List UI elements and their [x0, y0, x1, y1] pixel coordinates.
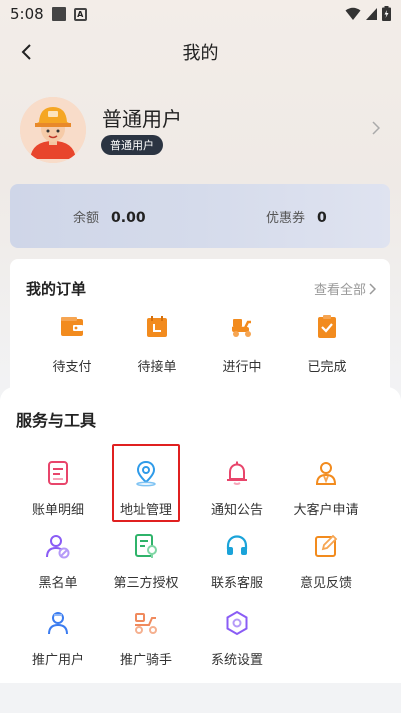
- orders-card: 我的订单 查看全部 待支付 待接单 进行中 已完成: [10, 259, 390, 399]
- view-all-orders-link[interactable]: 查看全部: [314, 279, 376, 298]
- battery-icon: [382, 6, 391, 21]
- bottom-area: [0, 683, 401, 713]
- order-label: 已完成: [307, 360, 347, 375]
- authorize-icon: [135, 534, 157, 558]
- feedback-icon: [315, 534, 338, 557]
- view-all-label: 查看全部: [313, 283, 366, 298]
- service-label: 意见反馈: [299, 576, 352, 591]
- service-notifications[interactable]: 通知公告: [192, 459, 282, 518]
- avatar[interactable]: [20, 97, 86, 163]
- wifi-icon: [345, 7, 361, 20]
- user-level-badge: 普通用户: [101, 135, 163, 155]
- back-button[interactable]: [14, 40, 38, 64]
- service-label: 系统设置: [210, 653, 263, 668]
- promote-rider-icon: [135, 613, 157, 634]
- order-label: 进行中: [222, 360, 262, 375]
- bell-icon: [227, 461, 247, 485]
- service-system-settings[interactable]: 系统设置: [192, 609, 282, 668]
- service-label: 第三方授权: [113, 576, 179, 591]
- settings-icon: [226, 610, 248, 636]
- coupon-label: 优惠券: [266, 211, 306, 226]
- page-title: 我的: [182, 43, 219, 64]
- order-in-progress[interactable]: 进行中: [202, 314, 282, 375]
- service-label: 账单明细: [31, 503, 84, 518]
- service-label: 地址管理: [119, 503, 172, 518]
- service-promote-riders[interactable]: 推广骑手: [101, 609, 191, 668]
- location-icon: [136, 460, 156, 487]
- notification-a-icon: A: [73, 7, 87, 21]
- block-user-icon: [46, 535, 70, 559]
- service-label: 通知公告: [210, 503, 263, 518]
- coupon-item[interactable]: 优惠券 0: [266, 207, 327, 226]
- order-awaiting-accept[interactable]: 待接单: [117, 314, 197, 375]
- promote-user-icon: [48, 612, 68, 635]
- wallet-icon: [61, 317, 83, 336]
- service-label: 推广用户: [31, 653, 84, 668]
- service-label: 黑名单: [38, 576, 78, 591]
- status-time: 5:08: [10, 5, 44, 23]
- service-bill-details[interactable]: 账单明细: [13, 459, 103, 518]
- calendar-icon: [147, 316, 167, 337]
- service-customer-support[interactable]: 联系客服: [192, 532, 282, 591]
- services-title: 服务与工具: [16, 411, 97, 430]
- chevron-right-icon: [372, 121, 380, 135]
- balance-card: 余额 0.00 优惠券 0: [10, 184, 390, 248]
- chevron-right-icon: [369, 282, 376, 295]
- balance-item[interactable]: 余额 0.00: [73, 207, 146, 226]
- service-vip-application[interactable]: 大客户申请: [281, 459, 371, 518]
- notification-square-icon: [51, 7, 66, 21]
- order-label: 待接单: [137, 360, 177, 375]
- service-label: 推广骑手: [119, 653, 172, 668]
- headset-icon: [226, 535, 248, 555]
- service-address-management[interactable]: 地址管理: [101, 459, 191, 518]
- service-feedback[interactable]: 意见反馈: [281, 532, 371, 591]
- bill-icon: [48, 461, 68, 485]
- signal-icon: [366, 7, 377, 20]
- order-label: 待支付: [52, 360, 92, 375]
- check-document-icon: [318, 315, 336, 338]
- profile-row[interactable]: 普通用户 普通用户: [20, 97, 390, 163]
- order-pending-payment[interactable]: 待支付: [32, 314, 112, 375]
- service-label: 大客户申请: [293, 503, 359, 518]
- service-blacklist[interactable]: 黑名单: [13, 532, 103, 591]
- balance-value: 0.00: [111, 210, 146, 226]
- service-third-party-auth[interactable]: 第三方授权: [101, 532, 191, 591]
- vip-user-icon: [315, 462, 337, 485]
- service-promote-users[interactable]: 推广用户: [13, 609, 103, 668]
- order-completed[interactable]: 已完成: [287, 314, 367, 375]
- rider-avatar-icon: [20, 97, 86, 163]
- coupon-value: 0: [317, 210, 327, 226]
- status-bar: 5:08 A: [0, 0, 401, 28]
- balance-label: 余额: [73, 211, 100, 226]
- scooter-icon: [232, 319, 251, 337]
- orders-title: 我的订单: [26, 280, 87, 298]
- user-name: 普通用户: [102, 107, 182, 131]
- nav-bar: 我的: [0, 30, 401, 74]
- chevron-left-icon: [21, 44, 31, 60]
- service-label: 联系客服: [210, 576, 263, 591]
